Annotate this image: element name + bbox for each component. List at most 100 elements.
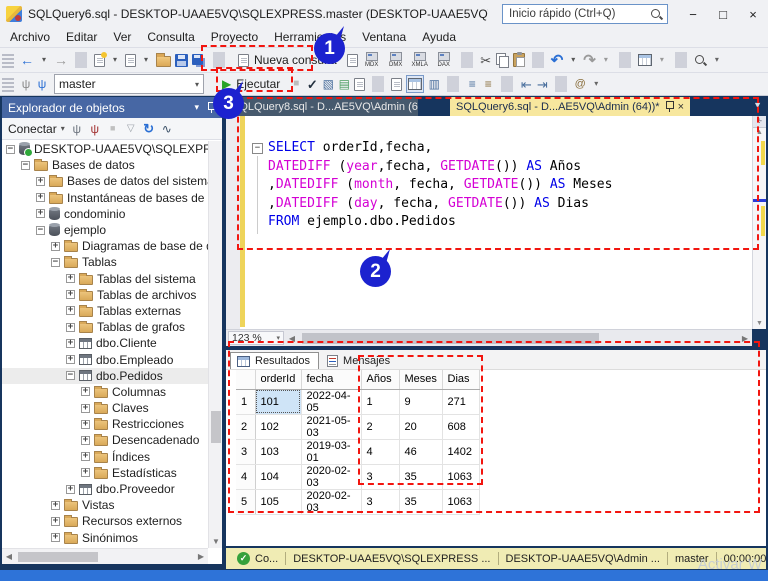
results-to-text-icon[interactable]	[391, 77, 403, 91]
maximize-button[interactable]: □	[708, 0, 738, 28]
grid-cell[interactable]: 4	[361, 439, 400, 465]
menu-proyecto[interactable]: Proyecto	[203, 28, 266, 47]
tree-item-tablas-de-archivos[interactable]: + Tablas de archivos	[2, 287, 208, 303]
expander-icon[interactable]: +	[36, 176, 45, 186]
refresh-icon[interactable]: ↻	[143, 120, 155, 138]
quick-launch-search-input[interactable]: Inicio rápido (Ctrl+Q)	[502, 4, 668, 24]
grid-cell[interactable]: 3	[361, 489, 400, 515]
expander-icon[interactable]: +	[81, 419, 90, 429]
copy-icon[interactable]	[495, 53, 509, 68]
scroll-left-icon[interactable]: ◀	[287, 334, 297, 343]
display-estimated-plan-icon[interactable]: ▧	[322, 75, 334, 93]
scroll-left-icon[interactable]: ◀	[2, 552, 16, 561]
menu-ayuda[interactable]: Ayuda	[414, 28, 464, 47]
uncomment-selection-icon[interactable]: ≡	[482, 75, 494, 93]
expander-icon[interactable]: +	[66, 338, 75, 348]
grid-cell[interactable]: 5	[236, 489, 256, 515]
undo-caret-icon[interactable]: ▾	[567, 51, 579, 69]
new-project-icon[interactable]	[94, 51, 107, 67]
expander-icon[interactable]: +	[36, 193, 45, 203]
tree-item-sinónimos[interactable]: + Sinónimos	[2, 530, 208, 546]
tree-item-tablas-de-grafos[interactable]: + Tablas de grafos	[2, 319, 208, 335]
results-to-file-icon[interactable]: ▥	[428, 75, 440, 93]
grid-cell[interactable]: 104	[255, 464, 302, 490]
parse-query-icon[interactable]: ✓	[306, 75, 318, 93]
tree-item-tablas[interactable]: − Tablas	[2, 254, 208, 270]
grid-cell[interactable]: 2020-02-03	[301, 489, 362, 515]
expander-icon[interactable]: +	[51, 500, 60, 510]
scroll-down-icon[interactable]: ▼	[753, 320, 766, 327]
comment-selection-icon[interactable]: ≡	[466, 75, 478, 93]
undo-icon[interactable]: ↶	[551, 51, 564, 69]
tree-item-dbo-proveedor[interactable]: + dbo.Proveedor	[2, 481, 208, 497]
tree-item-columnas[interactable]: + Columnas	[2, 384, 208, 400]
pin-icon[interactable]	[665, 100, 674, 113]
new-query-current-connection-icon[interactable]	[346, 53, 358, 67]
grid-cell[interactable]: 2020-02-03	[301, 464, 362, 490]
change-connection-icon[interactable]: ψ	[36, 75, 48, 93]
grid-cell[interactable]: 1	[236, 389, 256, 415]
minimize-button[interactable]: −	[678, 0, 708, 28]
grid-cell[interactable]: 2019-03-01	[301, 439, 362, 465]
menu-ventana[interactable]: Ventana	[354, 28, 414, 47]
tab-resultados[interactable]: Resultados	[230, 352, 320, 369]
expander-icon[interactable]: +	[81, 387, 90, 397]
expander-icon[interactable]: −	[21, 160, 30, 170]
expander-icon[interactable]: −	[36, 225, 45, 235]
tab-sqlquery8[interactable]: SQLQuery8.sql - D...AE5VQ\Admin (67))	[226, 97, 418, 116]
grid-cell[interactable]: 105	[255, 489, 302, 515]
grid-cell[interactable]: 3	[361, 464, 400, 490]
expander-icon[interactable]: −	[66, 371, 75, 381]
tree-item-tablas-del-sistema[interactable]: + Tablas del sistema	[2, 271, 208, 287]
tree-item-dbo-cliente[interactable]: + dbo.Cliente	[2, 335, 208, 351]
add-item-caret-icon[interactable]: ▾	[140, 51, 152, 69]
grid-cell[interactable]: 46	[399, 439, 443, 465]
grid-cell[interactable]: 1063	[442, 489, 480, 515]
save-all-icon[interactable]	[192, 53, 203, 65]
tree-item-dbo-pedidos[interactable]: − dbo.Pedidos	[2, 367, 208, 384]
grid-cell[interactable]: 2022-04-05	[301, 389, 362, 415]
grid-column-header[interactable]: orderId	[255, 370, 302, 390]
expander-icon[interactable]: +	[51, 533, 60, 543]
stop-icon[interactable]: ■	[107, 120, 119, 138]
tree-horizontal-scrollbar[interactable]: ◀ ▶	[2, 548, 208, 564]
connect-session-icon[interactable]: ψ	[20, 75, 32, 93]
expander-icon[interactable]: +	[66, 274, 75, 284]
grid-cell[interactable]: 2021-05-03	[301, 414, 362, 440]
database-combobox[interactable]: master ▾	[54, 74, 204, 94]
scroll-up-icon[interactable]: ▲	[753, 129, 766, 136]
increase-indent-icon[interactable]: ⇥	[536, 75, 548, 93]
expander-icon[interactable]: +	[81, 452, 90, 462]
editor-horizontal-scrollbar[interactable]	[300, 332, 737, 344]
include-actual-plan-icon[interactable]: ▤	[338, 75, 350, 93]
find-icon[interactable]	[694, 54, 707, 67]
toolbar-overflow-icon[interactable]: ▾	[590, 75, 602, 93]
expander-icon[interactable]: −	[51, 257, 60, 267]
expander-icon[interactable]: +	[81, 403, 90, 413]
grid-column-header[interactable]: Dias	[442, 370, 480, 390]
dax-query-icon[interactable]: DAX	[434, 52, 454, 68]
expander-icon[interactable]: +	[51, 241, 60, 251]
grid-cell[interactable]: 20	[399, 414, 443, 440]
tree-item-recursos-externos[interactable]: + Recursos externos	[2, 513, 208, 529]
grid-cell[interactable]: 9	[399, 389, 443, 415]
tree-item-condominio[interactable]: + condominio	[2, 206, 208, 222]
connect-dropdown[interactable]: Conectar ▾	[8, 122, 65, 136]
disconnect-plug-icon[interactable]: ψ	[89, 120, 101, 138]
scroll-right-icon[interactable]: ▶	[740, 334, 750, 343]
grid-cell[interactable]: 271	[442, 389, 480, 415]
toolbar-combo-caret-icon[interactable]: ▾	[656, 51, 668, 69]
toolbar-overflow-icon[interactable]: ▾	[711, 51, 723, 69]
paste-icon[interactable]	[512, 52, 525, 67]
menu-consulta[interactable]: Consulta	[139, 28, 202, 47]
tree-vertical-scrollbar[interactable]: ▼	[208, 141, 222, 548]
grid-cell[interactable]: 101	[255, 389, 302, 415]
grid-cell[interactable]: 1	[361, 389, 400, 415]
sqlcmd-mode-icon[interactable]: @	[574, 75, 586, 93]
tree-item-estadísticas[interactable]: + Estadísticas	[2, 465, 208, 481]
tree-item-tablas-externas[interactable]: + Tablas externas	[2, 303, 208, 319]
grid-cell[interactable]: 4	[236, 464, 256, 490]
grid-cell[interactable]: 102	[255, 414, 302, 440]
tree-item-bases-de-datos[interactable]: − Bases de datos	[2, 157, 208, 173]
cut-icon[interactable]: ✂	[480, 51, 492, 69]
